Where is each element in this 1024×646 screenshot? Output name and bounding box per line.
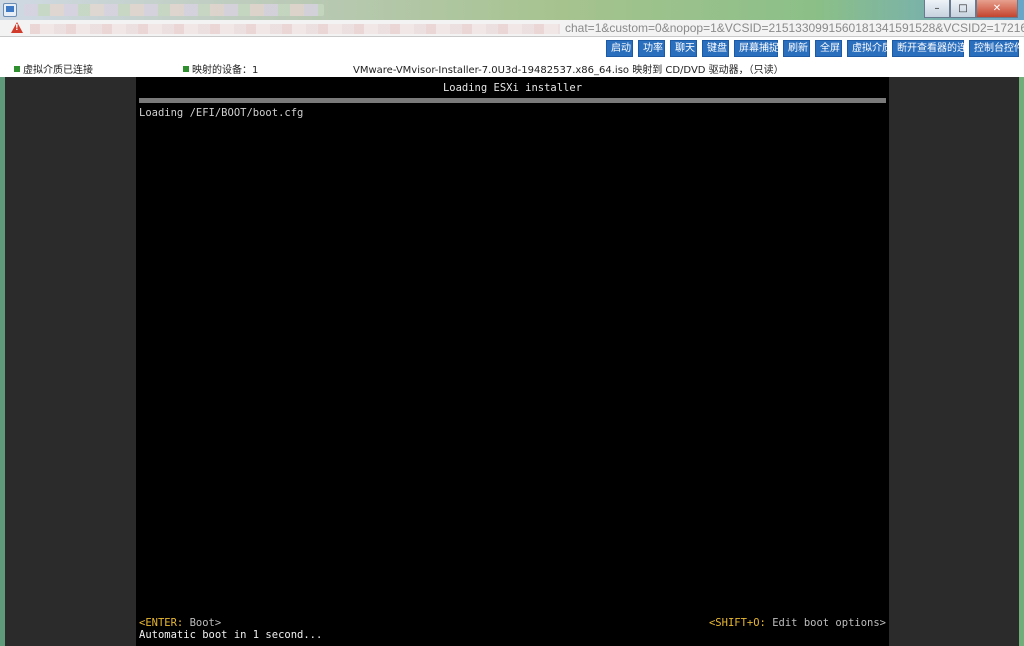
fullscreen-button[interactable]: 全屏	[815, 40, 842, 57]
keyboard-button[interactable]: 键盘	[702, 40, 729, 57]
console-toolbar: 启动 功率 聊天 键盘 屏幕捕捉 刷新 全屏 虚拟介质 断开查看器的连接 控制台…	[0, 37, 1024, 77]
virtual-media-status-text: 虚拟介质已连接	[23, 65, 93, 76]
enter-action-label: Boot>	[183, 617, 222, 629]
chat-button[interactable]: 聊天	[670, 40, 697, 57]
minimize-button[interactable]: –	[924, 0, 950, 18]
blurred-title	[24, 4, 324, 16]
mapped-devices-text: 映射的设备：1	[192, 65, 259, 76]
close-button[interactable]: ✕	[976, 0, 1018, 18]
launch-button[interactable]: 启动	[606, 40, 633, 57]
url-text[interactable]: chat=1&custom=0&nopop=1&VCSID=2151330991…	[565, 21, 1024, 36]
status-indicator-icon	[14, 65, 20, 72]
maximize-button[interactable]: □	[950, 0, 976, 18]
screen-capture-button[interactable]: 屏幕捕捉	[734, 40, 779, 57]
disconnect-viewer-button[interactable]: 断开查看器的连接	[892, 40, 977, 57]
remote-console-screen[interactable]: Loading ESXi installer Loading /EFI/BOOT…	[136, 77, 889, 646]
enter-boot-hint: <ENTER: Boot>	[139, 617, 221, 629]
iso-mapping-status: VMware-VMvisor-Installer-7.0U3d-19482537…	[353, 61, 784, 76]
address-bar[interactable]: chat=1&custom=0&nopop=1&VCSID=2151330991…	[0, 20, 1024, 37]
auto-boot-countdown: Automatic boot in 1 second...	[139, 629, 323, 641]
edit-boot-options-hint: <SHIFT+O: Edit boot options>	[709, 617, 886, 629]
refresh-button[interactable]: 刷新	[783, 40, 810, 57]
status-indicator-icon	[183, 65, 189, 72]
virtual-media-status: 虚拟介质已连接	[14, 61, 93, 76]
shift-action-label: Edit boot options>	[765, 617, 886, 629]
shift-key-label: <SHIFT+O:	[708, 617, 766, 629]
iso-mapping-text: VMware-VMvisor-Installer-7.0U3d-19482537…	[353, 65, 784, 76]
power-button[interactable]: 功率	[638, 40, 665, 57]
console-controls-button[interactable]: 控制台控件	[969, 40, 1024, 57]
console-header: Loading ESXi installer	[442, 82, 583, 94]
loading-line: Loading /EFI/BOOT/boot.cfg	[139, 107, 304, 119]
progress-bar	[139, 98, 886, 103]
desktop-edge	[1019, 77, 1024, 646]
virtual-media-button[interactable]: 虚拟介质	[847, 40, 892, 57]
blurred-url	[30, 24, 560, 34]
app-icon	[3, 3, 17, 17]
enter-key-label: <ENTER:	[139, 617, 184, 629]
warning-icon	[11, 22, 23, 33]
window-title-bar: – □ ✕	[0, 0, 1024, 20]
window-controls: – □ ✕	[924, 0, 1018, 18]
mapped-devices-status: 映射的设备：1	[183, 61, 258, 76]
